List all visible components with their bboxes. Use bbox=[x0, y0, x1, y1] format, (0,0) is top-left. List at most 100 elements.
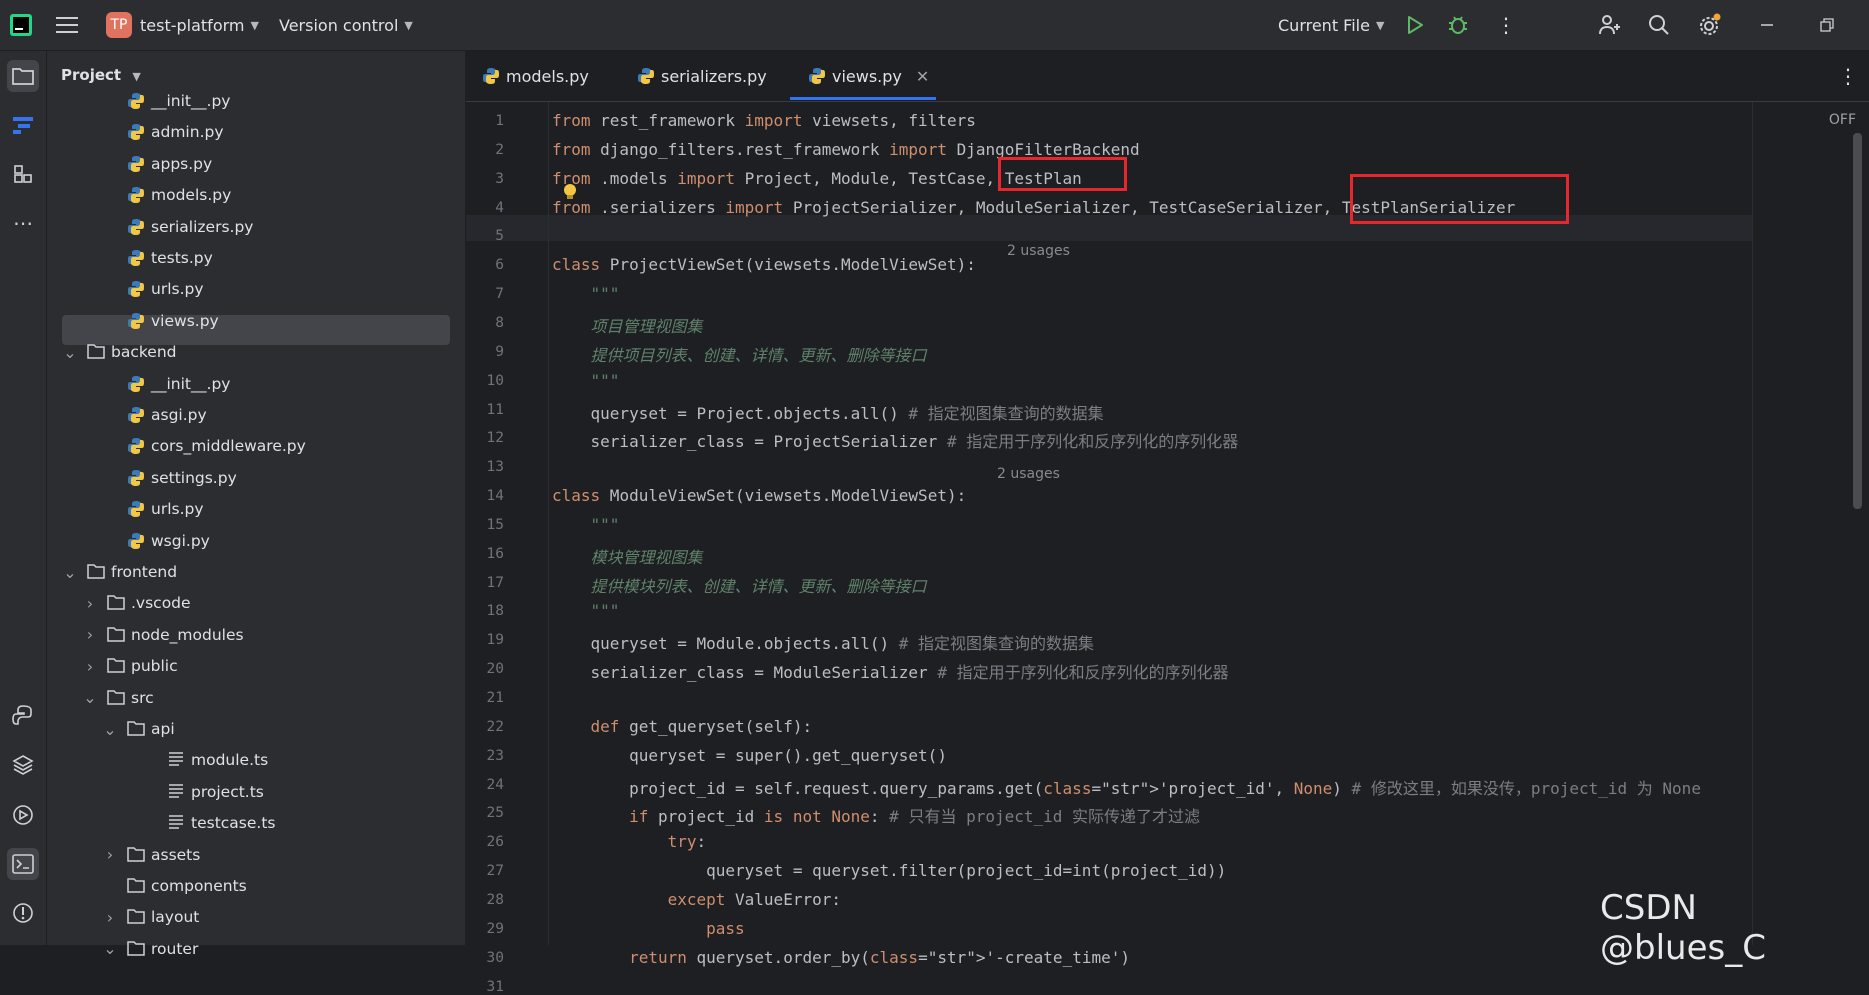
tree-folder[interactable]: ⌄ backend bbox=[63, 337, 176, 367]
folder-icon bbox=[87, 563, 105, 581]
code-line[interactable]: project_id = self.request.query_params.g… bbox=[552, 775, 1701, 799]
code-line[interactable]: from rest_framework import viewsets, fil… bbox=[552, 111, 976, 130]
code-line[interactable]: serializer_class = ProjectSerializer # 指… bbox=[552, 428, 1239, 452]
project-folder-icon[interactable] bbox=[7, 60, 39, 92]
code-line[interactable]: class ProjectViewSet(viewsets.ModelViewS… bbox=[552, 255, 976, 274]
tree-file[interactable]: __init__.py bbox=[127, 86, 230, 116]
code-line[interactable]: class ModuleViewSet(viewsets.ModelViewSe… bbox=[552, 486, 966, 505]
structure-icon[interactable] bbox=[7, 109, 39, 141]
code-line[interactable]: queryset = Project.objects.all() # 指定视图集… bbox=[552, 400, 1104, 424]
tree-folder[interactable]: › assets bbox=[103, 840, 201, 870]
project-panel-header[interactable]: Project ▼ bbox=[61, 66, 141, 84]
tree-file[interactable]: __init__.py bbox=[127, 369, 230, 399]
add-user-icon[interactable] bbox=[1598, 0, 1622, 50]
services-icon[interactable] bbox=[7, 799, 39, 831]
minimize-icon[interactable] bbox=[1760, 0, 1774, 50]
code-line[interactable]: if project_id is not None: # 只有当 project… bbox=[552, 803, 1200, 827]
code-line[interactable]: serializer_class = ModuleSerializer # 指定… bbox=[552, 659, 1229, 683]
code-line[interactable]: 提供项目列表、创建、详情、更新、删除等接口 bbox=[552, 342, 927, 366]
code-line[interactable]: except ValueError: bbox=[552, 890, 841, 909]
code-line[interactable]: """ bbox=[552, 515, 620, 534]
app-logo-icon[interactable] bbox=[10, 0, 32, 50]
tab-views-py[interactable]: views.py ✕ bbox=[808, 51, 929, 101]
tree-folder[interactable]: ⌄ src bbox=[83, 683, 153, 713]
tab-options-icon[interactable]: ⋮ bbox=[1838, 51, 1858, 101]
usages-hint[interactable]: 2 usages bbox=[1007, 243, 1070, 259]
code-line[interactable]: return queryset.order_by(class="str">'-c… bbox=[552, 948, 1130, 967]
close-tab-icon[interactable]: ✕ bbox=[916, 67, 929, 86]
tree-file[interactable]: module.ts bbox=[167, 745, 268, 775]
tree-folder[interactable]: ⌄ frontend bbox=[63, 557, 177, 587]
code-line[interactable]: 模块管理视图集 bbox=[552, 544, 703, 568]
chevron-down-icon[interactable]: ⌄ bbox=[63, 563, 77, 582]
tree-folder[interactable]: › node_modules bbox=[83, 620, 244, 650]
code-line[interactable]: queryset = Module.objects.all() # 指定视图集查… bbox=[552, 630, 1095, 654]
tree-file[interactable]: settings.py bbox=[127, 463, 237, 493]
chevron-down-icon[interactable]: ⌄ bbox=[83, 688, 97, 707]
tree-item-label: models.py bbox=[151, 186, 232, 205]
tree-folder[interactable]: › public bbox=[83, 651, 178, 681]
chevron-down-icon[interactable]: ⌄ bbox=[103, 939, 117, 958]
lightbulb-icon[interactable] bbox=[563, 183, 577, 201]
code-line[interactable]: """ bbox=[552, 284, 620, 303]
tree-file[interactable]: asgi.py bbox=[127, 400, 207, 430]
chevron-right-icon[interactable]: › bbox=[83, 625, 97, 644]
python-console-icon[interactable] bbox=[7, 699, 39, 731]
tree-file[interactable]: testcase.ts bbox=[167, 808, 275, 838]
run-config-select[interactable]: Current File ▼ bbox=[1278, 0, 1384, 50]
tree-file[interactable]: project.ts bbox=[167, 777, 264, 807]
vcs-menu[interactable]: Version control ▼ bbox=[279, 0, 413, 50]
code-line[interactable]: def get_queryset(self): bbox=[552, 717, 813, 736]
chevron-right-icon[interactable]: › bbox=[103, 845, 117, 864]
more-actions-icon[interactable]: ⋮ bbox=[1496, 0, 1516, 50]
chevron-down-icon[interactable]: ⌄ bbox=[63, 343, 77, 362]
reader-mode-toggle[interactable]: OFF bbox=[1829, 112, 1856, 128]
usages-hint[interactable]: 2 usages bbox=[997, 466, 1060, 482]
tree-folder[interactable]: components bbox=[103, 871, 247, 901]
project-switcher[interactable]: TP test-platform ▼ bbox=[106, 0, 259, 50]
code-line[interactable]: queryset = super().get_queryset() bbox=[552, 746, 947, 765]
code-line[interactable]: pass bbox=[552, 919, 745, 938]
main-menu-icon[interactable] bbox=[56, 0, 78, 50]
chevron-right-icon[interactable]: › bbox=[83, 657, 97, 676]
debug-button[interactable] bbox=[1447, 0, 1469, 50]
code-line[interactable]: try: bbox=[552, 832, 707, 851]
tree-folder[interactable]: ⌄ router bbox=[103, 934, 198, 964]
code-line[interactable]: """ bbox=[552, 371, 620, 390]
tree-file[interactable]: wsgi.py bbox=[127, 526, 210, 556]
code-line[interactable]: """ bbox=[552, 601, 620, 620]
tree-folder[interactable]: ⌄ api bbox=[103, 714, 174, 744]
problems-icon[interactable] bbox=[7, 897, 39, 929]
tab-models-py[interactable]: models.py bbox=[482, 51, 589, 101]
code-line[interactable]: 项目管理视图集 bbox=[552, 313, 703, 337]
tree-folder[interactable]: › .vscode bbox=[83, 588, 191, 618]
tree-file[interactable]: cors_middleware.py bbox=[127, 431, 306, 461]
tree-file[interactable]: admin.py bbox=[127, 117, 224, 147]
code-line[interactable]: 提供模块列表、创建、详情、更新、删除等接口 bbox=[552, 573, 927, 597]
tree-file[interactable]: models.py bbox=[127, 180, 231, 210]
tab-serializers-py[interactable]: serializers.py bbox=[637, 51, 767, 101]
python-file-icon bbox=[127, 186, 145, 204]
tree-item-label: __init__.py bbox=[151, 374, 231, 393]
restore-window-icon[interactable] bbox=[1820, 0, 1834, 50]
more-tools-icon[interactable]: ⋯ bbox=[7, 207, 39, 239]
tree-folder[interactable]: › layout bbox=[103, 902, 200, 932]
settings-gear-icon[interactable] bbox=[1698, 0, 1722, 50]
editor-scrollbar[interactable] bbox=[1853, 133, 1862, 509]
tree-file[interactable]: urls.py bbox=[127, 274, 204, 304]
chevron-right-icon[interactable]: › bbox=[103, 908, 117, 927]
code-line[interactable]: queryset = queryset.filter(project_id=in… bbox=[552, 861, 1226, 880]
tree-file[interactable]: views.py bbox=[127, 306, 219, 336]
tree-file[interactable]: tests.py bbox=[127, 243, 213, 273]
terminal-icon[interactable] bbox=[7, 848, 39, 880]
tree-file[interactable]: apps.py bbox=[127, 149, 212, 179]
tree-file[interactable]: urls.py bbox=[127, 494, 204, 524]
layers-icon[interactable] bbox=[7, 749, 39, 781]
run-button[interactable] bbox=[1405, 0, 1425, 50]
search-icon[interactable] bbox=[1648, 0, 1670, 50]
chevron-down-icon[interactable]: ⌄ bbox=[103, 720, 117, 739]
plugins-icon[interactable] bbox=[7, 159, 39, 191]
code-line[interactable]: from django_filters.rest_framework impor… bbox=[552, 140, 1140, 159]
chevron-right-icon[interactable]: › bbox=[83, 594, 97, 613]
tree-file[interactable]: serializers.py bbox=[127, 212, 253, 242]
